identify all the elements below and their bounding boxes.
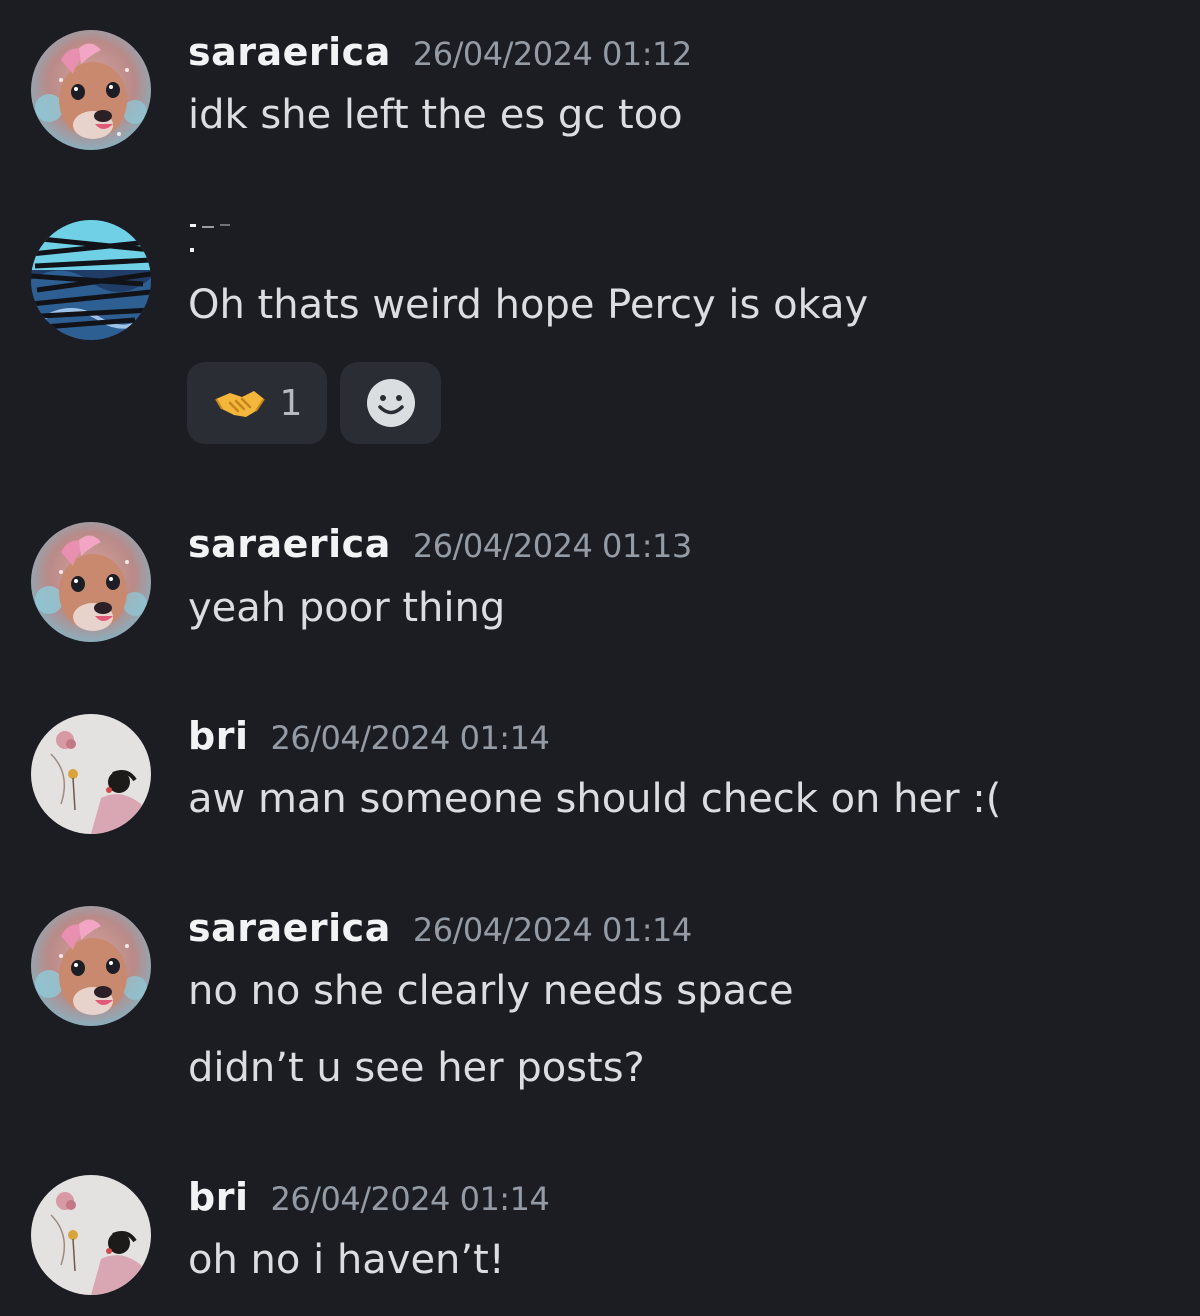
message-header: bri 26/04/2024 01:14 (188, 1175, 550, 1219)
timestamp: 26/04/2024 01:12 (412, 35, 692, 73)
username[interactable]: saraerica (188, 906, 391, 950)
avatar-saraerica[interactable] (31, 30, 151, 150)
add-reaction-icon (366, 379, 415, 427)
message-text: idk she left the es gc too (188, 92, 683, 138)
timestamp: 26/04/2024 01:14 (270, 719, 550, 757)
reaction-count: 1 (279, 382, 303, 424)
floral-avatar-icon (31, 714, 151, 834)
message-text: aw man someone should check on her :( (188, 776, 1002, 822)
message-header: saraerica 26/04/2024 01:14 (188, 906, 692, 950)
message-text: Oh thats weird hope Percy is okay (188, 282, 869, 328)
floral-avatar-icon (31, 1175, 151, 1295)
avatar-saraerica[interactable] (31, 906, 151, 1026)
message-header: saraerica 26/04/2024 01:12 (188, 30, 692, 74)
avatar-bri[interactable] (31, 714, 151, 834)
deer-avatar-icon (31, 906, 151, 1026)
deer-avatar-icon (31, 30, 151, 150)
deer-avatar-icon (31, 522, 151, 642)
message-text: yeah poor thing (188, 585, 506, 631)
username[interactable]: saraerica (188, 30, 391, 74)
message-text: oh no i haven’t! (188, 1237, 505, 1283)
avatar-bri[interactable] (31, 1175, 151, 1295)
username[interactable]: saraerica (188, 522, 391, 566)
handshake-emoji (214, 391, 265, 417)
message-text: didn’t u see her posts? (188, 1045, 645, 1091)
timestamp: 26/04/2024 01:14 (270, 1180, 550, 1218)
timestamp: 26/04/2024 01:13 (412, 527, 692, 565)
timestamp: 26/04/2024 01:14 (412, 911, 692, 949)
redacted-username (190, 224, 230, 252)
username[interactable]: bri (188, 1175, 248, 1219)
message-header: bri 26/04/2024 01:14 (188, 714, 550, 758)
scribbled-avatar-icon (31, 220, 151, 340)
message-text: no no she clearly needs space (188, 968, 794, 1014)
reaction-handshake[interactable]: 1 (187, 362, 327, 444)
avatar-saraerica[interactable] (31, 522, 151, 642)
username[interactable]: bri (188, 714, 248, 758)
add-reaction-button[interactable] (340, 362, 441, 444)
avatar-redacted[interactable] (31, 220, 151, 340)
message-header: saraerica 26/04/2024 01:13 (188, 522, 692, 566)
